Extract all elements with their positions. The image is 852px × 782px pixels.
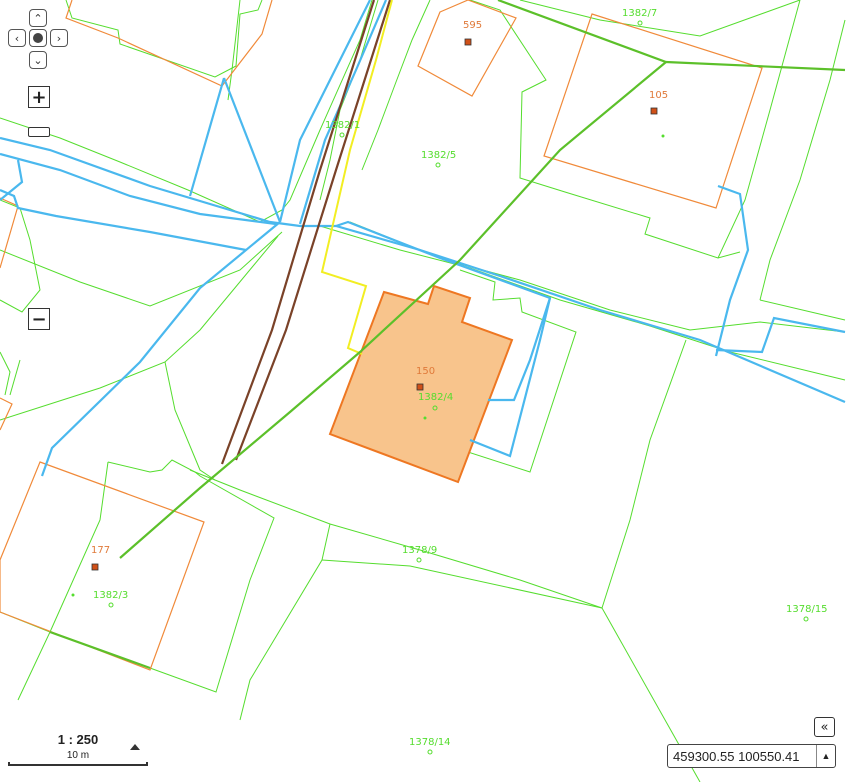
triangle-up-icon: ▲ — [821, 751, 831, 761]
building-marker-177 — [91, 563, 99, 571]
scale-line — [8, 762, 148, 766]
right-arrow-icon: › — [56, 31, 62, 45]
scale-distance: 10 m — [66, 750, 90, 761]
building-label: 105 — [649, 90, 668, 101]
down-arrow-icon: ⌄ — [33, 53, 43, 67]
parcel-label: 1382/7 — [622, 8, 657, 19]
building-marker-150 — [416, 383, 424, 391]
parcel-label: 1378/9 — [402, 545, 437, 556]
pan-center-button[interactable] — [29, 29, 47, 47]
left-arrow-icon: ‹ — [14, 31, 20, 45]
up-arrow-icon: ⌃ — [33, 11, 43, 25]
parcel-label: 1382/3 — [93, 590, 128, 601]
pan-right-button[interactable]: › — [50, 29, 68, 47]
parcel-label: 1378/15 — [786, 604, 828, 615]
scale-bar: 1 : 250 10 m — [8, 732, 148, 766]
home-icon — [33, 33, 43, 43]
collapse-panel-button[interactable]: « — [814, 717, 835, 737]
building-marker-595 — [464, 38, 472, 46]
building-labels: 595 105 150 177 — [91, 20, 668, 556]
zoom-in-label: + — [31, 86, 47, 108]
building-label: 150 — [416, 366, 435, 377]
parcel-label: 1378/14 — [409, 737, 451, 748]
parcel-label: 1382/1 — [325, 120, 360, 131]
scale-ratio: 1 : 250 — [57, 732, 99, 747]
pan-up-button[interactable]: ⌃ — [29, 9, 47, 27]
parcel-label: 1382/4 — [418, 392, 453, 403]
map-canvas[interactable]: 1382/7 1382/1 1382/5 1382/4 1378/9 1382/… — [0, 0, 852, 782]
double-chevron-left-icon: « — [820, 719, 829, 735]
coordinate-menu-button[interactable]: ▲ — [816, 745, 835, 767]
building-label: 177 — [91, 545, 110, 556]
coordinate-display: 459300.55 100550.41 ▲ — [667, 744, 836, 768]
zoom-out-label: − — [31, 308, 47, 330]
coordinate-value: 459300.55 100550.41 — [673, 748, 800, 764]
parcel-label: 1382/5 — [421, 150, 456, 161]
building-marker-105 — [650, 107, 658, 115]
pan-down-button[interactable]: ⌄ — [29, 51, 47, 69]
building-markers — [91, 38, 658, 571]
building-label: 595 — [463, 20, 482, 31]
zoom-level-bar[interactable] — [28, 127, 50, 137]
zoom-out-button[interactable]: − — [28, 308, 50, 330]
pan-left-button[interactable]: ‹ — [8, 29, 26, 47]
zoom-in-button[interactable]: + — [28, 86, 50, 108]
